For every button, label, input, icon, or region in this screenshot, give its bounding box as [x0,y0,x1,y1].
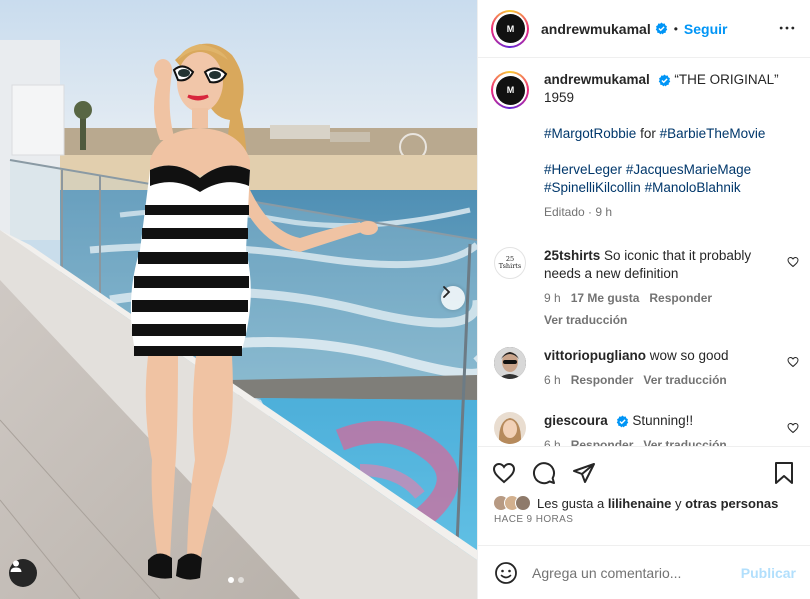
caption-text: for [640,126,656,141]
verified-badge-icon [616,415,628,428]
hashtag-link[interactable]: #BarbieTheMovie [660,126,766,141]
comment-bubble-icon [533,462,555,485]
post-caption: M andrewmukamal “THE ORIGINAL” 1959 #Mar… [491,71,801,221]
reply-button[interactable]: Responder [571,371,634,389]
comment-time[interactable]: 9 h [544,289,561,307]
chevron-right-icon [443,286,451,298]
verified-badge-icon [658,74,670,87]
reply-button[interactable]: Responder [649,289,712,307]
post-header: M andrewmukamal • Seguir [478,0,810,58]
follow-button[interactable]: Seguir [684,21,728,37]
share-button[interactable] [572,461,596,488]
hashtag-link[interactable]: #HerveLeger [544,162,622,177]
liker-avatar[interactable] [515,495,531,511]
comment-username[interactable]: vittoriopugliano [544,348,646,363]
comment-button[interactable] [532,461,556,488]
carousel-dot [238,577,244,583]
emoji-icon[interactable] [494,561,518,585]
edited-label: Editado [544,205,585,219]
comment-avatar[interactable]: 25 Tshirts [494,247,526,279]
paper-plane-icon [573,463,595,483]
photo-illustration [0,0,477,599]
reply-button[interactable]: Responder [571,436,634,446]
caption-year: 1959 [544,90,575,105]
others-likes-link[interactable]: otras personas [685,496,778,511]
tagged-users-button[interactable] [9,559,37,587]
see-translation-button[interactable]: Ver traducción [643,371,726,389]
carousel-indicator [228,577,244,583]
caption-title: “THE ORIGINAL” [674,72,779,87]
like-comment-icon[interactable] [787,256,799,268]
comment-avatar[interactable] [494,347,526,379]
comment-item: 25 Tshirts 25tshirts So iconic that it p… [494,247,804,329]
post-photo[interactable] [0,0,477,599]
post-side-panel: M andrewmukamal • Seguir M andrewmukamal [477,0,810,599]
comment-time[interactable]: 6 h [544,371,561,389]
caption-time[interactable]: 9 h [595,205,612,219]
caption-username[interactable]: andrewmukamal [544,72,650,87]
comment-composer: Publicar [478,545,810,599]
likes-summary: Les gusta a lilihenaine y otras personas [493,495,778,511]
hashtag-link[interactable]: #JacquesMarieMage [626,162,751,177]
next-photo-button[interactable] [441,286,465,310]
liker-username[interactable]: lilihenaine [608,496,672,511]
comment-text: Stunning!! [632,413,694,428]
comment-item: vittoriopugliano wow so good 6 h Respond… [494,347,804,389]
hashtag-link[interactable]: #ManoloBlahnik [645,180,741,195]
heart-icon [492,462,516,484]
comment-likes[interactable]: 17 Me gusta [571,289,640,307]
person-avatar-image [494,347,526,379]
see-translation-button[interactable]: Ver traducción [544,311,627,329]
see-translation-button[interactable]: Ver traducción [643,436,726,446]
likes-conj: y [675,495,682,511]
carousel-dot [228,577,234,583]
comment-username[interactable]: giescoura [544,413,608,428]
avatar-logo: M [495,14,525,43]
comment-username[interactable]: 25tshirts [544,248,600,263]
avatar-logo: M [495,75,525,105]
comment-avatar[interactable] [494,412,526,444]
caption-avatar[interactable]: M [491,71,529,109]
publish-button[interactable]: Publicar [741,565,796,581]
likes-prefix: Les gusta a [537,495,605,511]
comment-item: giescoura Stunning!! 6 h Responder Ver t… [494,412,804,446]
user-icon [10,560,22,572]
comment-input[interactable] [532,564,732,581]
more-options-icon[interactable] [777,18,797,38]
like-comment-icon[interactable] [787,356,799,368]
hashtag-link[interactable]: #SpinelliKilcollin [544,180,641,195]
comment-avatar-logo: 25 Tshirts [498,255,522,270]
hashtag-link[interactable]: #MargotRobbie [544,126,636,141]
like-comment-icon[interactable] [787,422,799,434]
person-avatar-image [494,412,526,444]
bookmark-icon[interactable] [773,461,795,485]
author-username[interactable]: andrewmukamal [541,21,651,37]
comment-time[interactable]: 6 h [544,436,561,446]
like-button[interactable] [492,461,516,488]
avatar[interactable]: M [491,9,529,48]
comment-text: wow so good [649,348,729,363]
verified-badge-icon [655,22,667,35]
comments-feed[interactable]: M andrewmukamal “THE ORIGINAL” 1959 #Mar… [478,58,810,446]
separator-dot: • [673,21,678,36]
post-timestamp[interactable]: HACE 9 HORAS [494,514,573,525]
